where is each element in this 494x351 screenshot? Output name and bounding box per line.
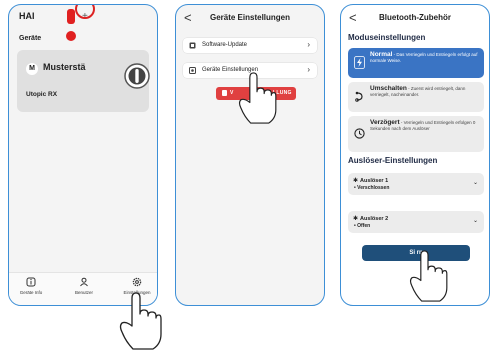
info-icon bbox=[26, 277, 36, 287]
phone-screen-device-settings: < Geräte Einstellungen Software-Update ›… bbox=[175, 4, 325, 306]
trigger-state: • Offen bbox=[354, 223, 371, 229]
section-label: Geräte bbox=[19, 35, 42, 42]
gear-icon: ✱ bbox=[353, 216, 359, 222]
device-model: Utopic RX bbox=[26, 91, 58, 98]
shield-lock-icon[interactable] bbox=[124, 63, 150, 89]
tab-label: Benutzer bbox=[74, 290, 93, 295]
settings-icon bbox=[189, 67, 196, 74]
page-title: Geräte Einstellungen bbox=[209, 13, 291, 22]
hand-pointer-icon bbox=[409, 250, 448, 302]
device-card[interactable]: M Musterstä Utopic RX bbox=[17, 50, 150, 112]
page-title: Bluetooth-Zubehör bbox=[379, 13, 451, 22]
chevron-right-icon: › bbox=[307, 40, 310, 49]
gear-icon bbox=[132, 277, 142, 287]
trigger-state: • Verschlossen bbox=[354, 185, 390, 191]
phone-screen-devices: HAI + Geräte M Musterstä Utopic RX Gerät… bbox=[8, 4, 158, 306]
mode-description: Verzögert - Verriegeln und Entriegeln er… bbox=[370, 119, 479, 131]
mode-option-delayed[interactable]: Verzögert - Verriegeln und Entriegeln er… bbox=[348, 116, 484, 152]
page-title: HAI bbox=[19, 11, 35, 21]
trigger-name: Auslöser 1 bbox=[360, 178, 389, 184]
clock-icon bbox=[354, 128, 365, 139]
device-name: Musterstä bbox=[43, 62, 86, 72]
navbar: < Bluetooth-Zubehör bbox=[341, 11, 489, 27]
chevron-down-icon: ⌄ bbox=[472, 218, 478, 224]
menu-item-software-update[interactable]: Software-Update › bbox=[183, 38, 317, 53]
gear-icon: ✱ bbox=[353, 178, 359, 184]
user-icon bbox=[80, 277, 88, 287]
hand-pointer-icon bbox=[238, 72, 277, 124]
modes-heading: Moduseinstellungen bbox=[348, 33, 426, 42]
mode-option-toggle[interactable]: Umschalten - Zuerst wird entriegelt, dan… bbox=[348, 82, 484, 112]
menu-item-label: Software-Update bbox=[202, 42, 248, 48]
chevron-down-icon: ⌄ bbox=[472, 180, 478, 186]
hand-pointer-icon bbox=[119, 292, 162, 350]
refresh-icon bbox=[189, 42, 196, 49]
mode-description: Umschalten - Zuerst wird entriegelt, dan… bbox=[370, 85, 479, 97]
tab-label: Geräte Info bbox=[19, 290, 43, 295]
toggle-icon bbox=[355, 91, 363, 102]
alert-mark-dot bbox=[66, 31, 76, 41]
device-badge: M bbox=[26, 63, 38, 75]
triggers-heading: Auslöser-Einstellungen bbox=[348, 156, 438, 165]
navbar: < Geräte Einstellungen bbox=[176, 11, 324, 27]
alert-mark bbox=[67, 9, 75, 24]
trigger-2[interactable]: ✱ Auslöser 2 • Offen ⌄ bbox=[348, 211, 484, 233]
bolt-icon bbox=[354, 56, 365, 69]
mode-option-normal[interactable]: Normal - Das Verriegeln und Entriegeln e… bbox=[348, 48, 484, 78]
button-label-start: V bbox=[230, 90, 234, 96]
trigger-1[interactable]: ✱ Auslöser 1 • Verschlossen ⌄ bbox=[348, 173, 484, 195]
tab-users[interactable]: Benutzer bbox=[64, 277, 104, 295]
trash-icon bbox=[222, 90, 227, 96]
tab-device-info[interactable]: Geräte Info bbox=[11, 277, 51, 295]
mode-description: Normal - Das Verriegeln und Entriegeln e… bbox=[370, 51, 479, 63]
trigger-name: Auslöser 2 bbox=[360, 216, 389, 222]
chevron-right-icon: › bbox=[307, 65, 310, 74]
